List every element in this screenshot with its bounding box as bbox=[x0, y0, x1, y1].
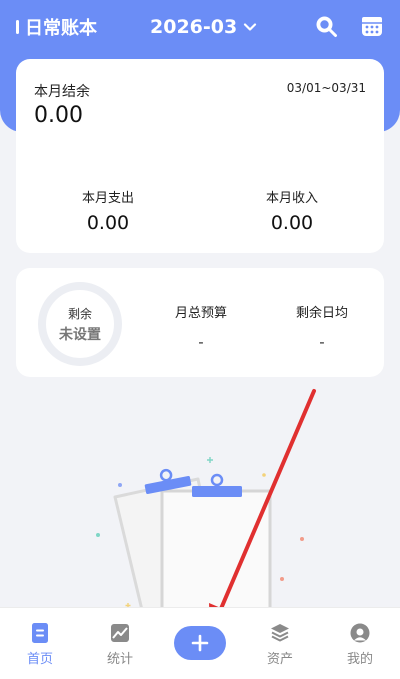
chevron-down-icon bbox=[244, 23, 257, 31]
income-stat: 本月收入 0.00 bbox=[217, 187, 367, 234]
tab-stats[interactable]: 统计 bbox=[90, 622, 150, 667]
tab-home[interactable]: 首页 bbox=[10, 622, 70, 667]
income-value: 0.00 bbox=[270, 212, 314, 234]
plus-icon bbox=[191, 634, 209, 652]
tab-me[interactable]: 我的 bbox=[330, 622, 390, 667]
month-text: 2026-03 bbox=[150, 16, 238, 38]
tab-home-label: 首页 bbox=[26, 652, 53, 667]
budget-ring: 剩余 未设置 bbox=[38, 282, 122, 366]
balance-label: 本月结余 bbox=[34, 84, 90, 100]
monthly-summary-card[interactable]: 本月结余 03/01~03/31 0.00 本月支出 0.00 本月收入 0.0… bbox=[16, 59, 384, 253]
monthly-budget-label: 月总预算 bbox=[174, 306, 227, 321]
empty-state-illustration bbox=[96, 457, 304, 610]
bottom-tab-bar: 首页 统计 资产 我的 bbox=[0, 607, 400, 679]
ring-status: 未设置 bbox=[59, 326, 101, 343]
profile-icon bbox=[350, 623, 370, 643]
search-icon[interactable] bbox=[314, 14, 338, 38]
chart-icon bbox=[111, 624, 129, 642]
income-label: 本月收入 bbox=[265, 191, 318, 206]
date-range: 03/01~03/31 bbox=[286, 81, 366, 95]
daily-remaining-value: - bbox=[319, 333, 325, 351]
ring-label: 剩余 bbox=[67, 306, 92, 321]
home-doc-icon bbox=[32, 623, 48, 643]
daily-remaining-label: 剩余日均 bbox=[295, 306, 348, 321]
budget-card[interactable]: 剩余 未设置 月总预算 - 剩余日均 - bbox=[16, 268, 384, 377]
title-accent-bar bbox=[16, 20, 19, 34]
tab-assets-label: 资产 bbox=[266, 652, 293, 667]
app-title: 日常账本 bbox=[16, 14, 97, 40]
expense-label: 本月支出 bbox=[81, 191, 134, 206]
daily-remaining: 剩余日均 - bbox=[262, 302, 382, 351]
layers-icon bbox=[271, 624, 289, 642]
monthly-budget: 月总预算 - bbox=[141, 302, 261, 351]
tab-stats-label: 统计 bbox=[106, 652, 133, 667]
add-record-button[interactable] bbox=[174, 626, 226, 660]
calendar-icon[interactable] bbox=[360, 14, 384, 38]
month-selector[interactable]: 2026-03 bbox=[150, 14, 257, 40]
app-title-text: 日常账本 bbox=[25, 18, 97, 39]
expense-stat: 本月支出 0.00 bbox=[33, 187, 183, 234]
tab-me-label: 我的 bbox=[346, 652, 373, 667]
monthly-budget-value: - bbox=[198, 333, 204, 351]
balance-value: 0.00 bbox=[34, 103, 83, 128]
tab-assets[interactable]: 资产 bbox=[250, 622, 310, 667]
expense-value: 0.00 bbox=[86, 212, 130, 234]
